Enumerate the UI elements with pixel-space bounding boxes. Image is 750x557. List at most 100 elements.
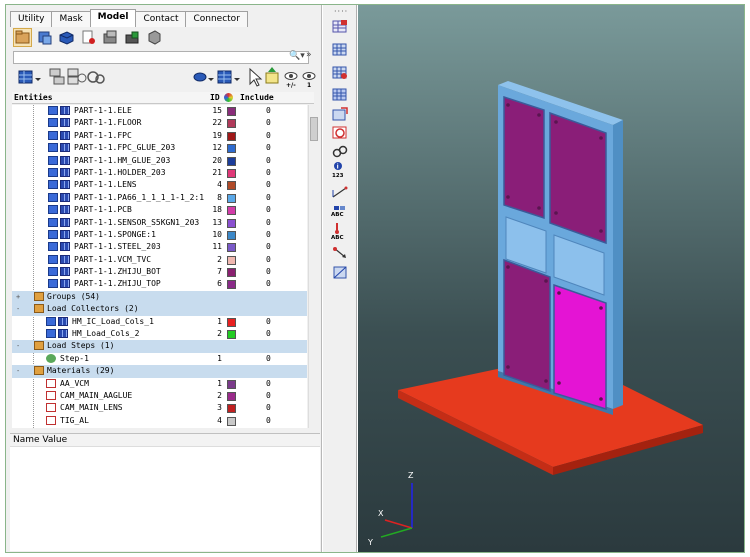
color-swatch[interactable] [227, 144, 236, 154]
link-icon[interactable] [332, 144, 348, 159]
expand-toggle-icon[interactable]: - [16, 306, 22, 313]
color-swatch[interactable] [227, 330, 236, 340]
tab-mask[interactable]: Mask [51, 11, 91, 27]
component-icon[interactable] [48, 143, 58, 153]
component-icon[interactable] [48, 217, 58, 227]
component-icon[interactable] [48, 180, 58, 190]
show-only-icon[interactable]: 1 [302, 72, 316, 90]
component-icon[interactable] [46, 329, 56, 339]
color-swatch[interactable] [227, 193, 236, 203]
rotate-icon[interactable] [332, 125, 348, 140]
component-icon[interactable] [48, 155, 58, 165]
tree-row[interactable]: PART-1-1.PCB 18 0 [12, 204, 307, 216]
component-icon[interactable] [48, 130, 58, 140]
color-swatch[interactable] [227, 416, 236, 426]
component-icon[interactable] [48, 106, 58, 115]
search-icon[interactable]: 🔍▾ [289, 51, 305, 61]
material-icon[interactable] [46, 378, 56, 388]
tree-folder-row[interactable]: - Load Collectors (2) [12, 303, 307, 316]
color-swatch[interactable] [227, 119, 236, 129]
color-swatch[interactable] [227, 131, 236, 141]
tree-row[interactable]: CAM_MAIN_LENS 3 0 [12, 402, 307, 414]
tree-row[interactable]: TIG_AL 4 0 [12, 415, 307, 427]
color-swatch[interactable] [227, 317, 236, 327]
tree-row[interactable]: PART-1-1.SPONGE:1 10 0 [12, 229, 307, 241]
color-swatch[interactable] [227, 404, 236, 414]
measure-icon[interactable] [332, 185, 348, 200]
tree-row[interactable]: PART-1-1.STEEL_203 11 0 [12, 241, 307, 253]
tree-row[interactable]: PART-1-1.ZHIJU_TOP 6 0 [12, 278, 307, 290]
tree-row[interactable]: HM_Load_Cols_2 2 0 [12, 328, 307, 340]
expand-toggle-icon[interactable]: - [16, 368, 22, 375]
color-swatch[interactable] [227, 280, 236, 290]
component-icon[interactable] [48, 205, 58, 215]
tree-row[interactable]: PART-1-1.LENS 4 0 [12, 179, 307, 191]
display-mode-icon[interactable] [18, 70, 41, 84]
tree-row[interactable]: PART-1-1.PA66_1_1_1_1-1_2:1 8 0 [12, 192, 307, 204]
assembly-view-button[interactable] [35, 28, 54, 47]
graphics-viewport[interactable]: Z X Y [358, 5, 744, 552]
chevron-down-icon[interactable]: » [306, 50, 312, 60]
expand-all-icon[interactable] [49, 68, 65, 85]
tree-row[interactable]: AA_VCM 1 0 [12, 378, 307, 390]
expand-toggle-icon[interactable]: - [16, 343, 22, 350]
color-swatch[interactable] [227, 243, 236, 253]
isolate-icon[interactable] [265, 67, 279, 84]
translate-icon[interactable] [332, 107, 348, 122]
window-view-icon[interactable] [332, 265, 348, 280]
component-icon[interactable] [48, 267, 58, 277]
tab-model[interactable]: Model [89, 9, 137, 27]
color-swatch[interactable] [227, 230, 236, 240]
show-hide-toggle-icon[interactable]: +/- [284, 72, 298, 90]
cube-view-button[interactable] [145, 28, 164, 47]
toolbar-grip[interactable]: ···· [334, 7, 348, 16]
part-display-icon[interactable] [217, 70, 240, 84]
tree-row[interactable]: PART-1-1.ELE 15 0 [12, 105, 307, 117]
tree-row[interactable]: PART-1-1.HM_GLUE_203 20 0 [12, 155, 307, 167]
tab-utility[interactable]: Utility [10, 11, 53, 27]
tree-row[interactable]: PART-1-1.ZHIJU_BOT 7 0 [12, 266, 307, 278]
component-icon[interactable] [48, 279, 58, 289]
color-swatch[interactable] [227, 206, 236, 216]
component-icon[interactable] [48, 242, 58, 252]
component-color-icon[interactable] [193, 72, 214, 82]
tree-row[interactable]: PART-1-1.SENSOR_S5KGN1_203 13 0 [12, 217, 307, 229]
tree-row[interactable]: CAM_MAIN_AAGLUE 2 0 [12, 390, 307, 402]
color-swatch[interactable] [227, 156, 236, 166]
solver-view-button[interactable] [101, 28, 120, 47]
color-swatch[interactable] [227, 255, 236, 265]
component-icon[interactable] [48, 229, 58, 239]
mesh-quality-icon[interactable] [332, 87, 348, 102]
tree-row[interactable]: PART-1-1.VCM_TVC 2 0 [12, 254, 307, 266]
tree-folder-row[interactable]: - Materials (29) [12, 365, 307, 378]
component-icon[interactable] [46, 316, 56, 326]
component-view-button[interactable] [57, 28, 76, 47]
tree-row[interactable]: PART-1-1.FPC_GLUE_203 12 0 [12, 142, 307, 154]
expand-toggle-icon[interactable]: + [16, 293, 22, 300]
tab-connector[interactable]: Connector [185, 11, 248, 27]
include-view-button[interactable] [79, 28, 98, 47]
find-icon[interactable] [87, 71, 105, 84]
tree-row[interactable]: PART-1-1.FLOOR 22 0 [12, 117, 307, 129]
filter-input[interactable] [13, 51, 309, 64]
model-view-button[interactable] [13, 28, 32, 47]
tree-row[interactable]: PART-1-1.HOLDER_203 21 0 [12, 167, 307, 179]
component-table-icon[interactable] [332, 19, 348, 34]
material-icon[interactable] [46, 390, 56, 400]
material-icon[interactable] [46, 403, 56, 413]
scrollbar-thumb[interactable] [310, 117, 318, 141]
tree-scrollbar[interactable] [308, 105, 318, 428]
load-step-icon[interactable] [46, 353, 56, 363]
color-swatch[interactable] [227, 218, 236, 228]
component-icon[interactable] [48, 254, 58, 264]
tree-folder-row[interactable]: + Groups (54) [12, 290, 307, 304]
pointer-icon[interactable] [249, 67, 263, 87]
tree-row[interactable]: Step-1 1 0 [12, 353, 307, 365]
component-icon[interactable] [48, 167, 58, 177]
mesh-edit-icon[interactable] [332, 65, 348, 80]
tree-row[interactable]: PART-1-1.FPC 19 0 [12, 130, 307, 142]
collapse-all-icon[interactable] [67, 68, 87, 85]
tab-contact[interactable]: Contact [135, 11, 187, 27]
color-swatch[interactable] [227, 268, 236, 278]
tree-folder-row[interactable]: - Load Steps (1) [12, 340, 307, 353]
